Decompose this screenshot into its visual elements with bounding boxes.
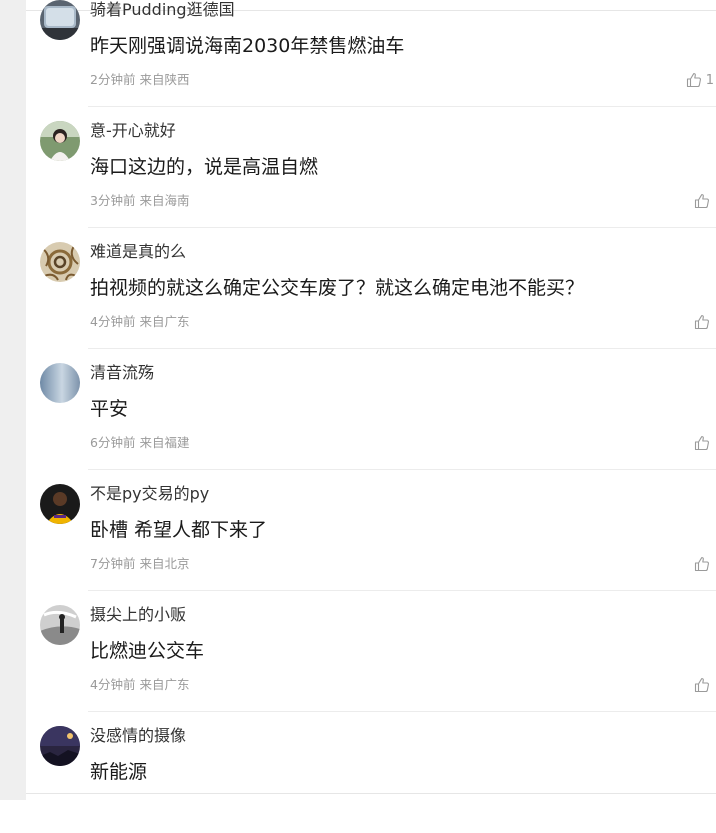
comment-meta: 7分钟前 来自北京 [90,556,189,572]
comment-text: 比燃迪公交车 [90,640,205,662]
comment-location: 来自广东 [139,314,190,329]
left-gutter [0,0,26,800]
comment-item: 不是py交易的py 卧槽 希望人都下来了 7分钟前 来自北京 [26,470,716,591]
thumbs-up-icon [694,193,710,209]
comment-username[interactable]: 骑着Pudding逛德国 [90,0,235,20]
comment-text: 平安 [90,398,129,420]
comment-time: 7分钟前 [90,556,136,571]
like-count: 1 [705,72,714,88]
comment-username[interactable]: 清音流殇 [90,363,154,383]
comment-text: 昨天刚强调说海南2030年禁售燃油车 [90,35,405,57]
like-button[interactable] [694,434,714,452]
thumbs-up-icon [694,556,710,572]
user-avatar[interactable] [40,0,80,40]
user-avatar[interactable] [40,363,80,403]
comment-location: 来自广东 [139,677,190,692]
comment-time: 4分钟前 [90,677,136,692]
user-avatar[interactable] [40,242,80,282]
comment-meta: 4分钟前 来自广东 [90,677,189,693]
comment-text: 海口这边的，说是高温自燃 [90,156,319,178]
comment-item: 清音流殇 平安 6分钟前 来自福建 [26,349,716,470]
comment-username[interactable]: 不是py交易的py [90,484,209,504]
comment-item: 没感情的摄像 新能源 [26,712,716,833]
user-avatar[interactable] [40,726,80,766]
thumbs-up-icon [694,677,710,693]
comment-list: 骑着Pudding逛德国 昨天刚强调说海南2030年禁售燃油车 2分钟前 来自陕… [26,0,716,833]
bottom-divider [26,793,716,794]
like-button[interactable]: 1 [686,71,714,89]
thumbs-up-icon [694,435,710,451]
comment-username[interactable]: 摄尖上的小贩 [90,605,186,625]
comment-item: 骑着Pudding逛德国 昨天刚强调说海南2030年禁售燃油车 2分钟前 来自陕… [26,0,716,107]
like-button[interactable] [694,555,714,573]
comment-meta: 3分钟前 来自海南 [90,193,189,209]
comment-time: 4分钟前 [90,314,136,329]
comment-username[interactable]: 没感情的摄像 [90,726,186,746]
comment-meta: 4分钟前 来自广东 [90,314,189,330]
comment-location: 来自福建 [139,435,190,450]
comment-text: 新能源 [90,761,148,783]
thumbs-up-icon [694,314,710,330]
comment-time: 3分钟前 [90,193,136,208]
user-avatar[interactable] [40,605,80,645]
comment-location: 来自海南 [139,193,190,208]
comment-username[interactable]: 意-开心就好 [90,121,176,141]
comment-item: 难道是真的么 拍视频的就这么确定公交车废了？就这么确定电池不能买？ 4分钟前 来… [26,228,716,349]
comment-time: 6分钟前 [90,435,136,450]
user-avatar[interactable] [40,121,80,161]
comment-location: 来自陕西 [139,72,190,87]
like-button[interactable] [694,676,714,694]
comment-time: 2分钟前 [90,72,136,87]
comment-location: 来自北京 [139,556,190,571]
like-button[interactable] [694,313,714,331]
like-button[interactable] [694,192,714,210]
comment-text: 卧槽 希望人都下来了 [90,519,268,541]
comment-item: 摄尖上的小贩 比燃迪公交车 4分钟前 来自广东 [26,591,716,712]
comment-meta: 2分钟前 来自陕西 [90,72,189,88]
comment-username[interactable]: 难道是真的么 [90,242,186,262]
thumbs-up-icon [686,72,702,88]
comment-text: 拍视频的就这么确定公交车废了？就这么确定电池不能买？ [90,277,585,299]
user-avatar[interactable] [40,484,80,524]
comment-meta: 6分钟前 来自福建 [90,435,189,451]
comment-item: 意-开心就好 海口这边的，说是高温自燃 3分钟前 来自海南 [26,107,716,228]
